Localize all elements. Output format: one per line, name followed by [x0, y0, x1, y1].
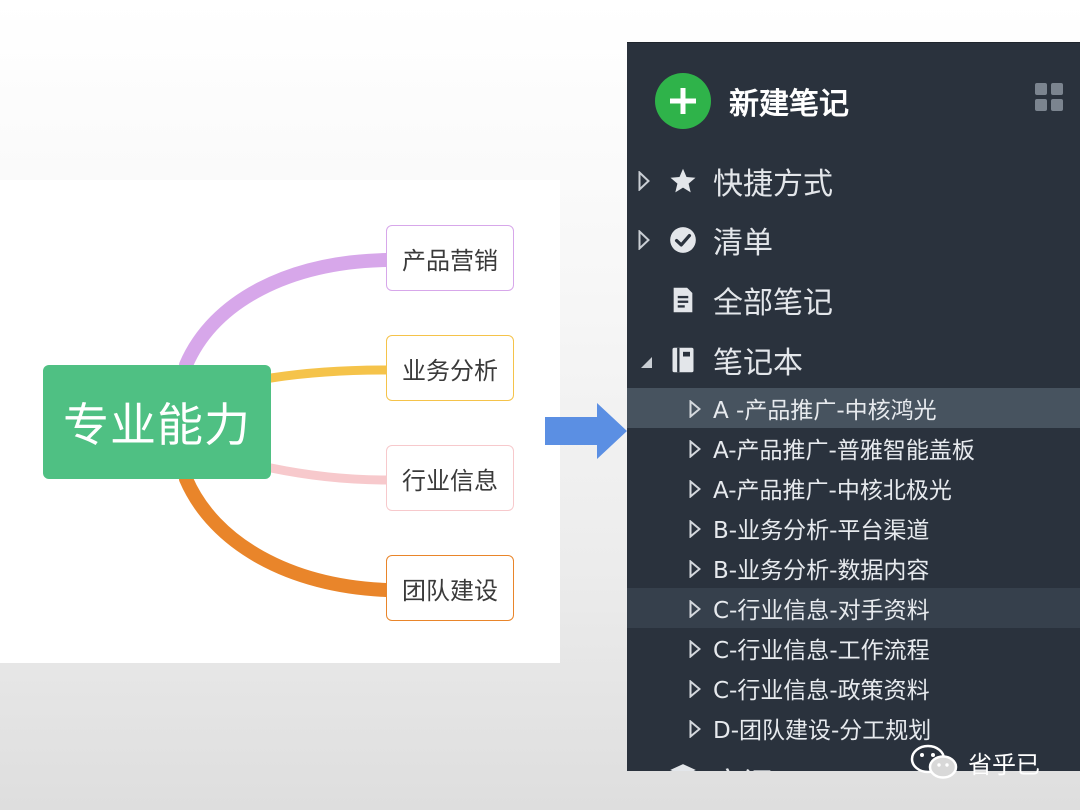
expand-triangle-icon[interactable] — [689, 480, 701, 498]
new-note-label: 新建笔记 — [729, 87, 849, 122]
node-label: 业务分析 — [402, 356, 498, 385]
checklist-icon — [670, 227, 696, 253]
notebook-item-label: A-产品推广-普雅智能盖板 — [713, 438, 975, 464]
grid-view-icon[interactable] — [1035, 83, 1063, 111]
sidebar-item-label: 清单 — [713, 226, 773, 261]
sidebar-item-label: 全部笔记 — [713, 286, 833, 321]
notes-icon — [673, 287, 693, 313]
expand-triangle-icon[interactable] — [689, 400, 701, 418]
sidebar-item-label: 快捷方式 — [713, 167, 833, 202]
node-label: 团队建设 — [402, 576, 498, 605]
expand-triangle-icon[interactable] — [638, 230, 650, 250]
sidebar-item-label: 空间 — [713, 759, 773, 771]
new-note-button[interactable]: 新建笔记 — [655, 73, 849, 129]
notebook-item[interactable]: C-行业信息-工作流程 — [627, 628, 1080, 668]
notebook-icon — [672, 347, 694, 373]
notebook-item[interactable]: C-行业信息-政策资料 — [627, 668, 1080, 708]
notebook-item-label: C-行业信息-对手资料 — [713, 598, 930, 624]
node-label: 产品营销 — [402, 246, 498, 275]
expand-triangle-icon[interactable] — [689, 560, 701, 578]
notes-sidebar: 新建笔记 快捷方式 清单 全部笔记 笔记本 A -产品推广-中核鸿光 A-产品推… — [627, 42, 1080, 771]
sidebar-item-shortcuts[interactable]: 快捷方式 — [627, 152, 1080, 210]
cube-icon — [670, 764, 696, 771]
notebook-item-label: C-行业信息-政策资料 — [713, 678, 930, 704]
notebook-item-label: C-行业信息-工作流程 — [713, 638, 930, 664]
notebook-item-label: B-业务分析-数据内容 — [713, 558, 930, 584]
mind-map-node-product-marketing[interactable]: 产品营销 — [386, 225, 514, 291]
sidebar-item-checklist[interactable]: 清单 — [627, 211, 1080, 269]
sidebar-item-notebooks[interactable]: 笔记本 — [627, 331, 1080, 389]
notebook-item-label: A-产品推广-中核北极光 — [713, 478, 952, 504]
notebook-item[interactable]: B-业务分析-数据内容 — [627, 548, 1080, 588]
branch-team-building — [179, 472, 393, 597]
mind-map-node-industry-info[interactable]: 行业信息 — [386, 445, 514, 511]
notebook-item-label: D-团队建设-分工规划 — [713, 718, 932, 744]
mind-map-node-team-building[interactable]: 团队建设 — [386, 555, 514, 621]
branch-business-analysis — [266, 365, 391, 383]
expand-triangle-icon[interactable] — [689, 680, 701, 698]
mind-map: 专业能力 产品营销 业务分析 行业信息 团队建设 — [0, 180, 560, 663]
mind-map-root-node[interactable]: 专业能力 — [43, 365, 271, 479]
expand-triangle-icon[interactable] — [689, 600, 701, 618]
notebook-item[interactable]: B-业务分析-平台渠道 — [627, 508, 1080, 548]
sidebar-item-all-notes[interactable]: 全部笔记 — [627, 271, 1080, 329]
notebook-item[interactable]: C-行业信息-对手资料 — [627, 588, 1080, 628]
star-icon — [670, 168, 696, 193]
notebook-item[interactable]: A -产品推广-中核鸿光 — [627, 388, 1080, 428]
wechat-icon — [910, 744, 958, 779]
branch-industry-info — [266, 463, 391, 485]
collapse-triangle-icon[interactable] — [638, 354, 654, 370]
plus-icon — [655, 73, 711, 129]
expand-triangle-icon[interactable] — [689, 720, 701, 738]
node-label: 行业信息 — [402, 466, 498, 495]
notebook-item[interactable]: A-产品推广-中核北极光 — [627, 468, 1080, 508]
arrow-right-icon — [545, 403, 627, 459]
notebook-item-label: A -产品推广-中核鸿光 — [713, 398, 937, 424]
notebook-item[interactable]: A-产品推广-普雅智能盖板 — [627, 428, 1080, 468]
expand-triangle-icon[interactable] — [638, 171, 650, 191]
watermark-text: 省乎已 — [968, 750, 1040, 779]
expand-triangle-icon[interactable] — [689, 440, 701, 458]
branch-product-marketing — [179, 253, 393, 372]
expand-triangle-icon[interactable] — [689, 640, 701, 658]
notebook-item-label: B-业务分析-平台渠道 — [713, 518, 930, 544]
watermark: 省乎已 — [910, 742, 1040, 782]
expand-triangle-icon[interactable] — [689, 520, 701, 538]
sidebar-item-label: 笔记本 — [713, 346, 803, 381]
mind-map-node-business-analysis[interactable]: 业务分析 — [386, 335, 514, 401]
